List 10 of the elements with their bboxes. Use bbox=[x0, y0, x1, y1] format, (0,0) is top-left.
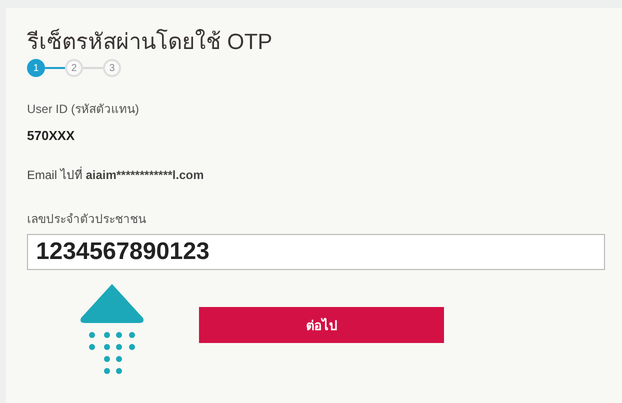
step-indicator: 1 bbox=[27, 59, 45, 77]
page-title: รีเซ็ตรหัสผ่านโดยใช้ OTP bbox=[27, 28, 274, 56]
step-indicator: 3 bbox=[103, 59, 121, 77]
email-note: Email ไปที่ aiaim************l.com bbox=[27, 166, 205, 184]
id-number-label: เลขประจำตัวประชาชน bbox=[27, 211, 147, 228]
step-indicator: 2 bbox=[65, 59, 83, 77]
user-id-value: 570XXX bbox=[27, 128, 76, 143]
user-id-label: User ID (รหัสตัวแทน) bbox=[27, 101, 140, 118]
id-number-field[interactable]: 1234567890123 bbox=[27, 234, 605, 270]
next-button[interactable]: ต่อไป bbox=[199, 307, 444, 343]
